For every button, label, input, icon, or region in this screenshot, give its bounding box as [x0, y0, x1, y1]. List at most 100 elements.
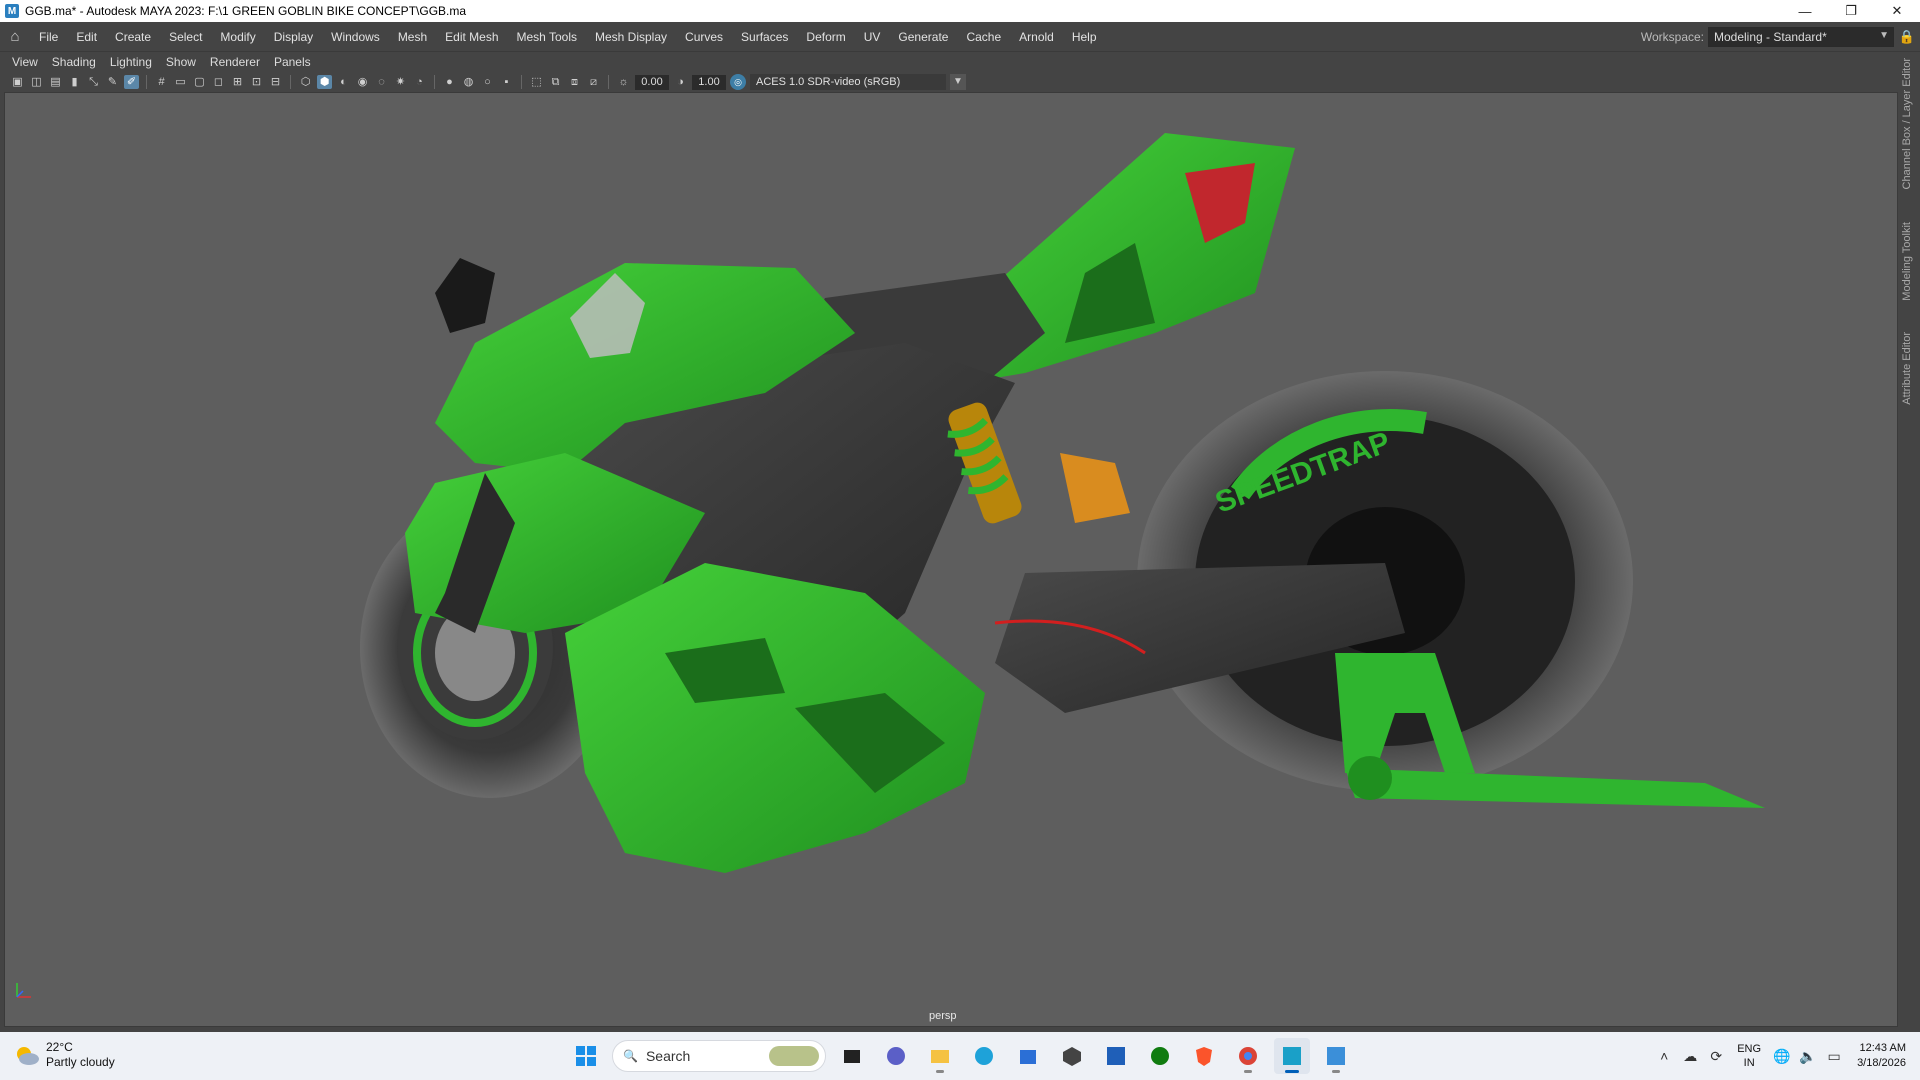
workspace-label: Workspace:: [1640, 29, 1704, 44]
weather-widget[interactable]: 22°C Partly cloudy: [14, 1040, 115, 1070]
edge-icon[interactable]: [966, 1038, 1002, 1074]
textured-icon[interactable]: ◉: [355, 75, 370, 89]
panel-menu-lighting[interactable]: Lighting: [104, 55, 160, 69]
clock[interactable]: 12:43 AM 3/18/2026: [1857, 1041, 1906, 1071]
image-plane-icon[interactable]: ▮: [67, 75, 82, 89]
panel-toolbar: ▣ ◫ ▤ ▮ ⤡ ✎ ✐ # ▭ ▢ ◻ ⊞ ⊡ ⊟ ⬡ ⬢ ◐ ◉ ◌ ✷ …: [6, 72, 1898, 92]
menu-display[interactable]: Display: [265, 30, 322, 44]
unity-icon[interactable]: [1054, 1038, 1090, 1074]
menu-arnold[interactable]: Arnold: [1010, 30, 1063, 44]
menu-help[interactable]: Help: [1063, 30, 1106, 44]
gate-mask-icon[interactable]: ◻: [211, 75, 226, 89]
gamma-field[interactable]: 1.00: [692, 74, 726, 90]
2d-pan-zoom-icon[interactable]: ⤡: [86, 75, 101, 89]
xbox-icon[interactable]: [1142, 1038, 1178, 1074]
menu-edit[interactable]: Edit: [67, 30, 106, 44]
cloud-offline-icon[interactable]: ☁: [1677, 1048, 1703, 1065]
exposure-icon[interactable]: ☼: [616, 75, 631, 89]
exposure-field[interactable]: 0.00: [635, 74, 669, 90]
battery-icon[interactable]: ▭: [1821, 1048, 1847, 1065]
isolate-select-icon[interactable]: ⬚: [529, 75, 544, 89]
chevron-up-icon[interactable]: ˄: [1651, 1048, 1677, 1064]
panel-menu-shading[interactable]: Shading: [46, 55, 104, 69]
shadows-icon[interactable]: ◔: [412, 75, 427, 89]
paint-icon[interactable]: [1318, 1038, 1354, 1074]
menu-mesh[interactable]: Mesh: [389, 30, 436, 44]
volume-icon[interactable]: 🔈: [1795, 1048, 1821, 1065]
field-chart-icon[interactable]: ⊞: [230, 75, 245, 89]
tab-channel-box[interactable]: Channel Box / Layer Editor: [1901, 58, 1913, 189]
chevron-down-icon[interactable]: ▼: [950, 74, 966, 90]
tab-attribute-editor[interactable]: Attribute Editor: [1901, 332, 1913, 405]
panel-menu-panels[interactable]: Panels: [268, 55, 319, 69]
menu-file[interactable]: File: [30, 30, 67, 44]
menu-create[interactable]: Create: [106, 30, 160, 44]
grease-pencil-icon[interactable]: ✎: [105, 75, 120, 89]
windows-taskbar: 22°C Partly cloudy 🔍 Search ˄ ☁ ⟳ ENG IN…: [0, 1032, 1920, 1080]
menu-deform[interactable]: Deform: [797, 30, 854, 44]
safe-action-icon[interactable]: ⊡: [249, 75, 264, 89]
motion-blur-icon[interactable]: ◍: [461, 75, 476, 89]
home-icon[interactable]: ⌂: [0, 28, 30, 45]
camera-attributes-icon[interactable]: ◫: [29, 75, 44, 89]
main-menu-bar: ⌂ File Edit Create Select Modify Display…: [0, 22, 1920, 52]
lock-icon[interactable]: 🔒: [1894, 29, 1920, 45]
color-management-icon[interactable]: ◎: [730, 74, 746, 90]
store-icon[interactable]: [1010, 1038, 1046, 1074]
default-material-icon[interactable]: ◐: [336, 75, 351, 89]
start-icon[interactable]: [568, 1038, 604, 1074]
depth-of-field-icon[interactable]: ▪: [499, 75, 514, 89]
language-indicator[interactable]: ENG IN: [1737, 1042, 1761, 1070]
anti-alias-icon[interactable]: ○: [480, 75, 495, 89]
lights-icon[interactable]: ✷: [393, 75, 408, 89]
panel-menu-show[interactable]: Show: [160, 55, 204, 69]
menu-surfaces[interactable]: Surfaces: [732, 30, 797, 44]
menu-uv[interactable]: UV: [855, 30, 890, 44]
panel-menu-renderer[interactable]: Renderer: [204, 55, 268, 69]
chrome-icon[interactable]: [1230, 1038, 1266, 1074]
taskbar-search[interactable]: 🔍 Search: [612, 1040, 826, 1072]
task-view-icon[interactable]: [834, 1038, 870, 1074]
smooth-shade-icon[interactable]: ⬢: [317, 75, 332, 89]
menu-mesh-tools[interactable]: Mesh Tools: [508, 30, 586, 44]
menu-modify[interactable]: Modify: [211, 30, 264, 44]
menu-edit-mesh[interactable]: Edit Mesh: [436, 30, 507, 44]
panel-menu-view[interactable]: View: [6, 55, 46, 69]
view-transform-select[interactable]: ACES 1.0 SDR-video (sRGB) ▼: [750, 74, 966, 90]
menu-cache[interactable]: Cache: [957, 30, 1010, 44]
safe-title-icon[interactable]: ⊟: [268, 75, 283, 89]
minimize-button[interactable]: —: [1782, 0, 1828, 22]
menu-select[interactable]: Select: [160, 30, 211, 44]
tab-modeling-toolkit[interactable]: Modeling Toolkit: [1901, 222, 1913, 301]
menu-generate[interactable]: Generate: [889, 30, 957, 44]
perspective-viewport[interactable]: SPEEDTRAP persp: [4, 92, 1898, 1027]
restore-button[interactable]: ❐: [1828, 0, 1874, 22]
close-button[interactable]: ✕: [1874, 0, 1920, 22]
resolution-gate-icon[interactable]: ▢: [192, 75, 207, 89]
workspace-select[interactable]: Modeling - Standard* ▼: [1708, 26, 1894, 47]
file-explorer-icon[interactable]: [922, 1038, 958, 1074]
menu-windows[interactable]: Windows: [322, 30, 389, 44]
menu-curves[interactable]: Curves: [676, 30, 732, 44]
wireframe-icon[interactable]: ⬡: [298, 75, 313, 89]
sync-icon[interactable]: ⟳: [1703, 1048, 1729, 1065]
menu-mesh-display[interactable]: Mesh Display: [586, 30, 676, 44]
camera-icon[interactable]: ▣: [10, 75, 25, 89]
affinity-icon[interactable]: [1098, 1038, 1134, 1074]
xray-joints-icon[interactable]: ⧉: [548, 75, 563, 89]
ambient-occlusion-icon[interactable]: ●: [442, 75, 457, 89]
motorcycle-model-render[interactable]: SPEEDTRAP: [5, 93, 1898, 1027]
snap-icon[interactable]: ✐: [124, 75, 139, 89]
gamma-icon[interactable]: ◑: [673, 75, 688, 89]
backface-icon[interactable]: ⧄: [586, 75, 601, 89]
network-icon[interactable]: 🌐: [1769, 1048, 1795, 1065]
bookmark-icon[interactable]: ▤: [48, 75, 63, 89]
brave-icon[interactable]: [1186, 1038, 1222, 1074]
taskbar-apps: 🔍 Search: [568, 1038, 1354, 1074]
xray-active-icon[interactable]: ⧈: [567, 75, 582, 89]
maya-icon[interactable]: [1274, 1038, 1310, 1074]
film-gate-icon[interactable]: ▭: [173, 75, 188, 89]
grid-icon[interactable]: #: [154, 75, 169, 89]
x-ray-icon[interactable]: ◌: [374, 75, 389, 89]
teams-icon[interactable]: [878, 1038, 914, 1074]
